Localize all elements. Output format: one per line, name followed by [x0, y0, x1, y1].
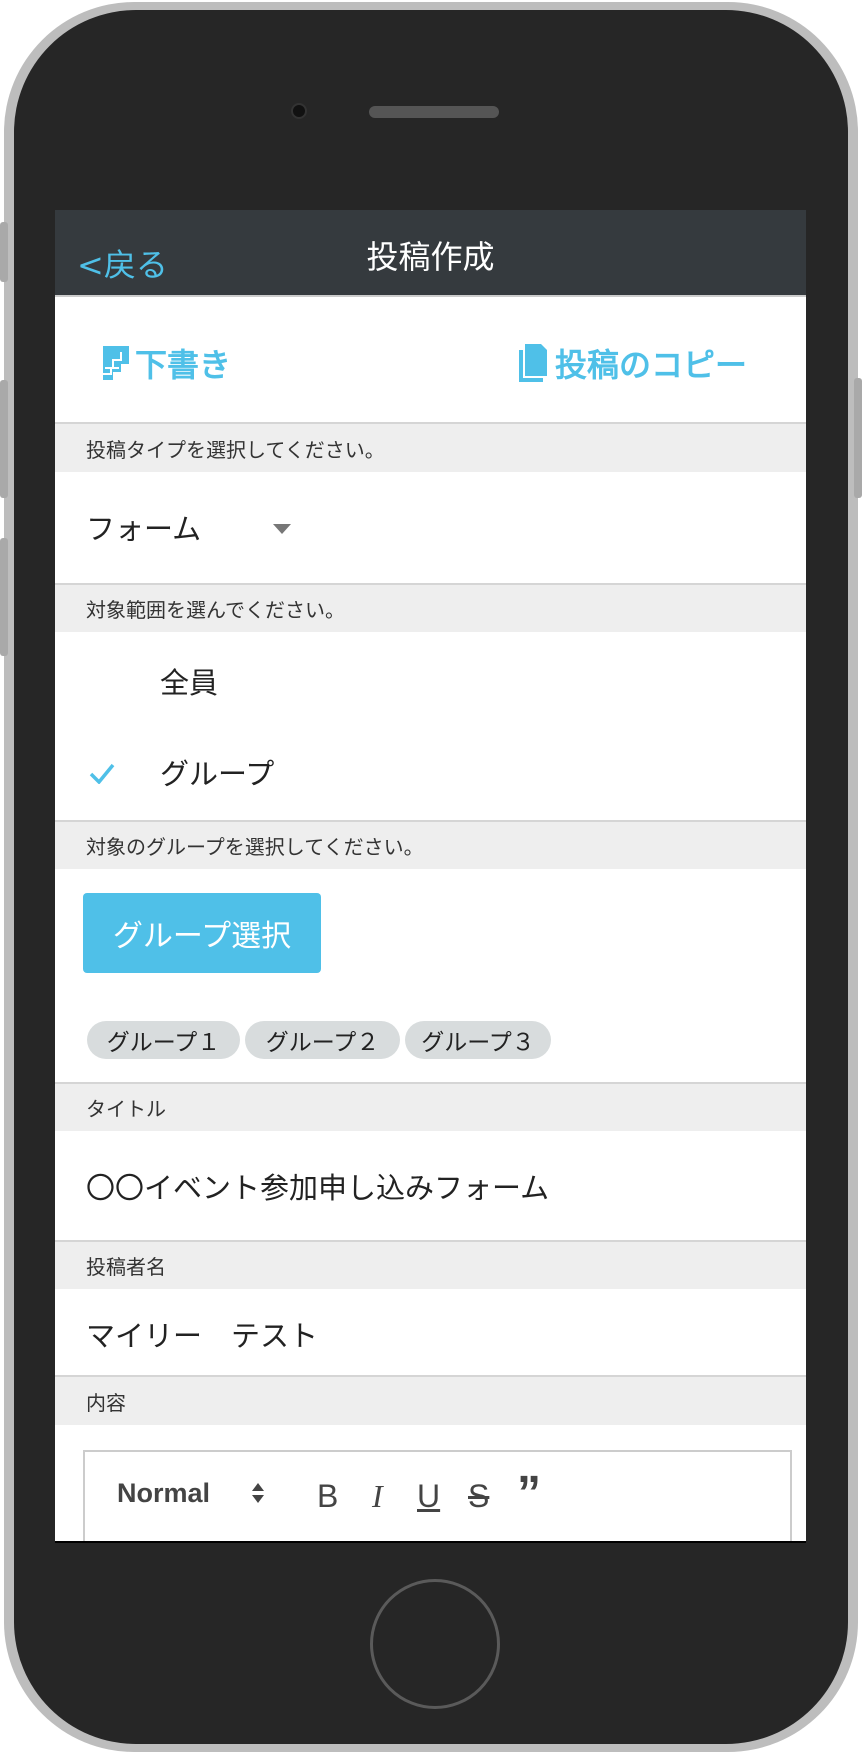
- italic-button[interactable]: I: [372, 1478, 383, 1515]
- author-header: 投稿者名: [55, 1240, 806, 1289]
- draft-label: 下書き: [135, 346, 232, 384]
- copy-icon: [519, 344, 547, 382]
- strike-button[interactable]: S: [468, 1478, 489, 1515]
- scope-option-group[interactable]: グループ: [160, 751, 274, 793]
- nav-bar: <戻る 投稿作成: [55, 210, 806, 297]
- quote-button[interactable]: ”: [517, 1470, 541, 1518]
- volume-up-button: [0, 380, 8, 498]
- check-icon: [89, 763, 115, 784]
- group-select-button[interactable]: グループ選択: [83, 893, 321, 973]
- volume-down-button: [0, 538, 8, 656]
- group-chip[interactable]: グループ１: [87, 1021, 240, 1059]
- mute-switch: [0, 222, 8, 282]
- post-type-select[interactable]: フォーム: [86, 506, 201, 548]
- post-type-header: 投稿タイプを選択してください。: [55, 422, 806, 472]
- title-input[interactable]: 〇〇イベント参加申し込みフォーム: [86, 1165, 549, 1207]
- draft-icon: [103, 346, 129, 380]
- power-button: [854, 378, 862, 498]
- draft-button[interactable]: 下書き: [101, 340, 231, 386]
- camera: [291, 103, 307, 119]
- screen: <戻る 投稿作成 下書き 投稿のコピー 投稿タイプを選択してください。 フォーム…: [55, 210, 806, 1543]
- copy-post-label: 投稿のコピー: [555, 346, 748, 384]
- author-input[interactable]: マイリー テスト: [86, 1313, 318, 1355]
- rich-text-editor[interactable]: Normal B I U S ”: [83, 1450, 792, 1541]
- title-header: タイトル: [55, 1082, 806, 1131]
- speaker: [369, 106, 499, 118]
- scope-header: 対象範囲を選んでください。: [55, 583, 806, 632]
- bold-button[interactable]: B: [317, 1478, 338, 1515]
- chevron-down-icon[interactable]: [273, 524, 291, 534]
- page-title: 投稿作成: [366, 238, 495, 276]
- copy-post-button[interactable]: 投稿のコピー: [517, 340, 747, 386]
- up-down-arrows-icon[interactable]: [251, 1482, 265, 1504]
- format-select[interactable]: Normal: [117, 1478, 210, 1509]
- group-chip[interactable]: グループ３: [405, 1021, 551, 1059]
- scope-option-all[interactable]: 全員: [160, 660, 218, 702]
- home-button[interactable]: [370, 1579, 500, 1709]
- content-header: 内容: [55, 1375, 806, 1425]
- group-chip[interactable]: グループ２: [245, 1021, 400, 1059]
- group-header: 対象のグループを選択してください。: [55, 820, 806, 869]
- underline-button[interactable]: U: [417, 1478, 440, 1515]
